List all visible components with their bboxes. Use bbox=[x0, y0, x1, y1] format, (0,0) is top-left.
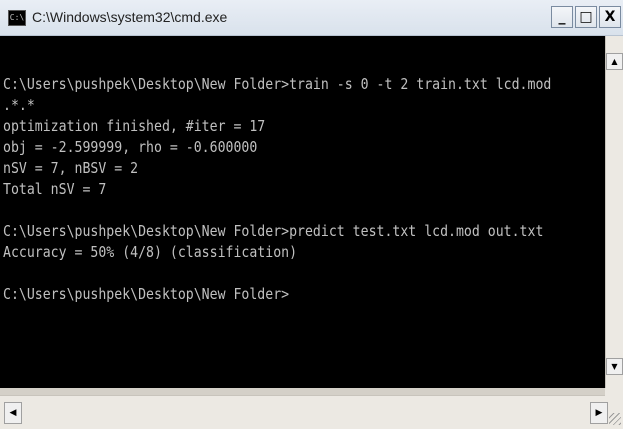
scroll-right-icon[interactable]: ▶ bbox=[590, 402, 608, 424]
console-line: nSV = 7, nBSV = 2 bbox=[3, 159, 139, 177]
cmd-icon[interactable]: C:\ bbox=[8, 10, 26, 26]
console-line: .*.* bbox=[3, 96, 35, 114]
title-bar[interactable]: C:\ C:\Windows\system32\cmd.exe _ □ X bbox=[0, 0, 623, 36]
console-line: C:\Users\pushpek\Desktop\New Folder>pred… bbox=[3, 222, 544, 240]
console-output[interactable]: C:\Users\pushpek\Desktop\New Folder>trai… bbox=[0, 36, 605, 388]
scroll-down-icon[interactable]: ▼ bbox=[606, 358, 623, 375]
console-line: optimization finished, #iter = 17 bbox=[3, 117, 266, 135]
horizontal-scrollbar[interactable]: ◀ ▶ bbox=[0, 395, 608, 429]
console-line: Total nSV = 7 bbox=[3, 180, 107, 198]
vertical-scrollbar[interactable]: ▲ ▼ bbox=[605, 36, 623, 388]
console-line: Accuracy = 50% (4/8) (classification) bbox=[3, 243, 298, 261]
console-line: C:\Users\pushpek\Desktop\New Folder>trai… bbox=[3, 75, 552, 93]
maximize-button[interactable]: □ bbox=[575, 6, 597, 28]
resize-grip-icon[interactable] bbox=[609, 413, 621, 425]
scroll-up-icon[interactable]: ▲ bbox=[606, 53, 623, 70]
window-title: C:\Windows\system32\cmd.exe bbox=[32, 9, 228, 25]
cmd-window: C:\ C:\Windows\system32\cmd.exe _ □ X C:… bbox=[0, 0, 623, 429]
minimize-button[interactable]: _ bbox=[551, 6, 573, 28]
window-controls: _ □ X bbox=[549, 6, 621, 30]
console-line: obj = -2.599999, rho = -0.600000 bbox=[3, 138, 258, 156]
close-button[interactable]: X bbox=[599, 6, 621, 28]
console-line: C:\Users\pushpek\Desktop\New Folder> bbox=[3, 285, 290, 303]
scroll-left-icon[interactable]: ◀ bbox=[4, 402, 22, 424]
